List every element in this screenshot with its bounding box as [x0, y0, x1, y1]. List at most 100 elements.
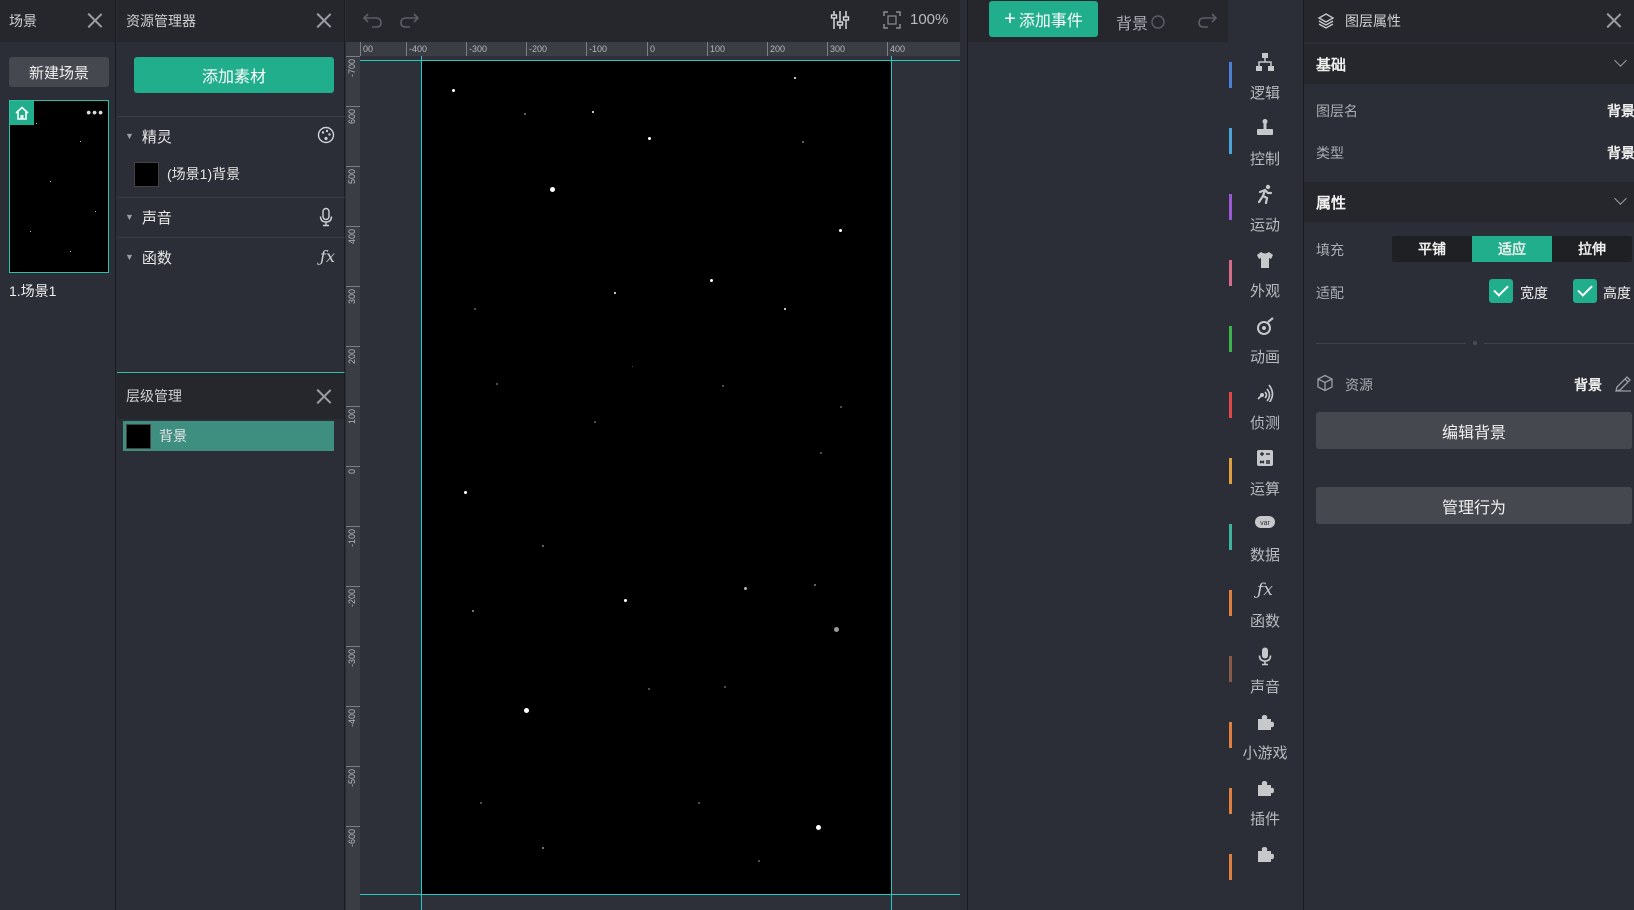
- category-motion[interactable]: 运动: [1227, 174, 1303, 240]
- ruler-tick-label: -200: [347, 589, 357, 608]
- divider-dot: [1473, 341, 1477, 345]
- more-icon[interactable]: •••: [86, 104, 104, 120]
- category-appearance[interactable]: 外观: [1227, 240, 1303, 306]
- fit-width-checkbox[interactable]: [1489, 279, 1513, 303]
- adjust-icon[interactable]: [829, 9, 851, 34]
- ruler-tick-label: -400: [347, 709, 357, 728]
- collapse-icon[interactable]: ▼: [125, 131, 134, 141]
- fill-label: 填充: [1316, 242, 1344, 258]
- ruler-tick: -100: [586, 42, 607, 56]
- star: [648, 688, 650, 690]
- redo-icon[interactable]: [1196, 10, 1218, 33]
- fit-width-label: 宽度: [1520, 285, 1548, 301]
- add-asset-button[interactable]: 添加素材: [134, 57, 334, 93]
- chevron-down-icon[interactable]: [1614, 192, 1627, 205]
- star: [632, 366, 633, 367]
- ruler-tick-label: 0: [347, 469, 357, 475]
- sprite-item-label: (场景1)背景: [167, 166, 241, 182]
- home-icon: [10, 101, 34, 125]
- category-plugin[interactable]: 插件: [1227, 768, 1303, 834]
- fit-height-checkbox[interactable]: [1573, 279, 1597, 303]
- category-label: 函数: [1249, 613, 1280, 630]
- undo-icon[interactable]: [1148, 13, 1168, 34]
- category-animation[interactable]: 动画: [1227, 306, 1303, 372]
- star: [816, 825, 821, 830]
- type-value: 背景: [1607, 145, 1634, 161]
- function-icon[interactable]: ƒx: [320, 247, 335, 266]
- ruler-tick-label: -700: [347, 59, 357, 78]
- resource-label: 资源: [1345, 377, 1373, 393]
- sprite-section-header[interactable]: ▼ 精灵: [117, 117, 345, 155]
- collapse-icon[interactable]: ▼: [125, 212, 134, 222]
- close-icon[interactable]: [1606, 12, 1622, 28]
- fill-fit-option[interactable]: 适应: [1472, 236, 1552, 262]
- thumb-star: [30, 231, 31, 232]
- category-logic[interactable]: 逻辑: [1227, 42, 1303, 108]
- appearance-icon: [1227, 250, 1303, 275]
- layer-name-label: 图层名: [1316, 103, 1358, 119]
- event-toolbar: + 添加事件 背景: [968, 0, 1228, 42]
- category-sensing[interactable]: 侦测: [1227, 372, 1303, 438]
- event-area[interactable]: + 添加事件 背景: [967, 0, 1228, 910]
- function-icon: ƒx: [1257, 580, 1273, 600]
- pencil-icon[interactable]: [1613, 374, 1633, 397]
- close-icon[interactable]: [316, 388, 332, 404]
- category-extension[interactable]: [1227, 834, 1303, 900]
- category-control[interactable]: 控制: [1227, 108, 1303, 174]
- thumb-star: [95, 211, 96, 212]
- basic-group-header[interactable]: 基础: [1304, 44, 1634, 84]
- ruler-tick: -400: [346, 706, 360, 727]
- fit-screen-icon[interactable]: [882, 10, 902, 33]
- category-function[interactable]: ƒx 函数: [1227, 570, 1303, 636]
- stage-canvas[interactable]: [422, 61, 891, 894]
- add-event-button[interactable]: + 添加事件: [989, 1, 1098, 37]
- ruler-tick-label: -500: [347, 769, 357, 788]
- layer-item[interactable]: 背景: [123, 421, 334, 451]
- fit-label: 适配: [1316, 285, 1344, 301]
- layer-name-value[interactable]: 背景: [1607, 101, 1634, 121]
- manage-behavior-button[interactable]: 管理行为: [1316, 487, 1632, 524]
- canvas-editor: 100% 00 -400 -300 -200 -100 0 100 200 30…: [346, 0, 960, 910]
- star: [592, 111, 594, 113]
- star: [698, 802, 700, 804]
- palette-icon[interactable]: [317, 126, 335, 149]
- function-section-header[interactable]: ▼ 函数: [117, 238, 345, 276]
- sprite-item[interactable]: (场景1)背景: [117, 155, 345, 193]
- undo-icon[interactable]: [362, 10, 384, 33]
- collapse-icon[interactable]: ▼: [125, 252, 134, 262]
- category-sound[interactable]: 声音: [1227, 636, 1303, 702]
- type-row: 类型 背景: [1316, 140, 1634, 164]
- sound-section-header[interactable]: ▼ 声音: [117, 198, 345, 236]
- star: [648, 137, 651, 140]
- category-operator[interactable]: 运算: [1227, 438, 1303, 504]
- star: [480, 802, 482, 804]
- scene-name[interactable]: 1.场景1: [9, 281, 56, 301]
- category-minigame[interactable]: 小游戏: [1227, 702, 1303, 768]
- microphone-icon[interactable]: [317, 207, 335, 232]
- layer-panel-title: 层级管理: [126, 388, 182, 404]
- asset-panel: 资源管理器 添加素材 ▼ 精灵 (场景1)背景 ▼ 声音 ▼ 函数 ƒx: [117, 0, 345, 372]
- fill-tile-option[interactable]: 平铺: [1392, 236, 1472, 262]
- attributes-group-header[interactable]: 属性: [1304, 182, 1634, 222]
- scene-thumbnail[interactable]: •••: [9, 100, 109, 273]
- redo-icon[interactable]: [398, 10, 420, 33]
- new-scene-button[interactable]: 新建场景: [9, 57, 109, 87]
- props-header: 图层属性: [1304, 0, 1634, 42]
- divider: [1484, 343, 1634, 344]
- star: [710, 279, 713, 282]
- category-label: 外观: [1249, 283, 1280, 300]
- minigame-icon: [1227, 712, 1303, 737]
- category-data[interactable]: var 数据: [1227, 504, 1303, 570]
- zoom-level[interactable]: 100%: [910, 11, 948, 28]
- category-label: 动画: [1249, 349, 1280, 366]
- ruler-tick: -300: [346, 646, 360, 667]
- resource-value: 背景: [1574, 377, 1602, 393]
- close-icon[interactable]: [87, 12, 103, 28]
- chevron-down-icon[interactable]: [1614, 54, 1627, 67]
- fill-stretch-option[interactable]: 拉伸: [1552, 236, 1632, 262]
- sound-section-title: 声音: [141, 209, 172, 227]
- ruler-tick: 400: [346, 226, 360, 244]
- close-icon[interactable]: [316, 12, 332, 28]
- edit-background-button[interactable]: 编辑背景: [1316, 412, 1632, 449]
- operator-icon: [1227, 448, 1303, 473]
